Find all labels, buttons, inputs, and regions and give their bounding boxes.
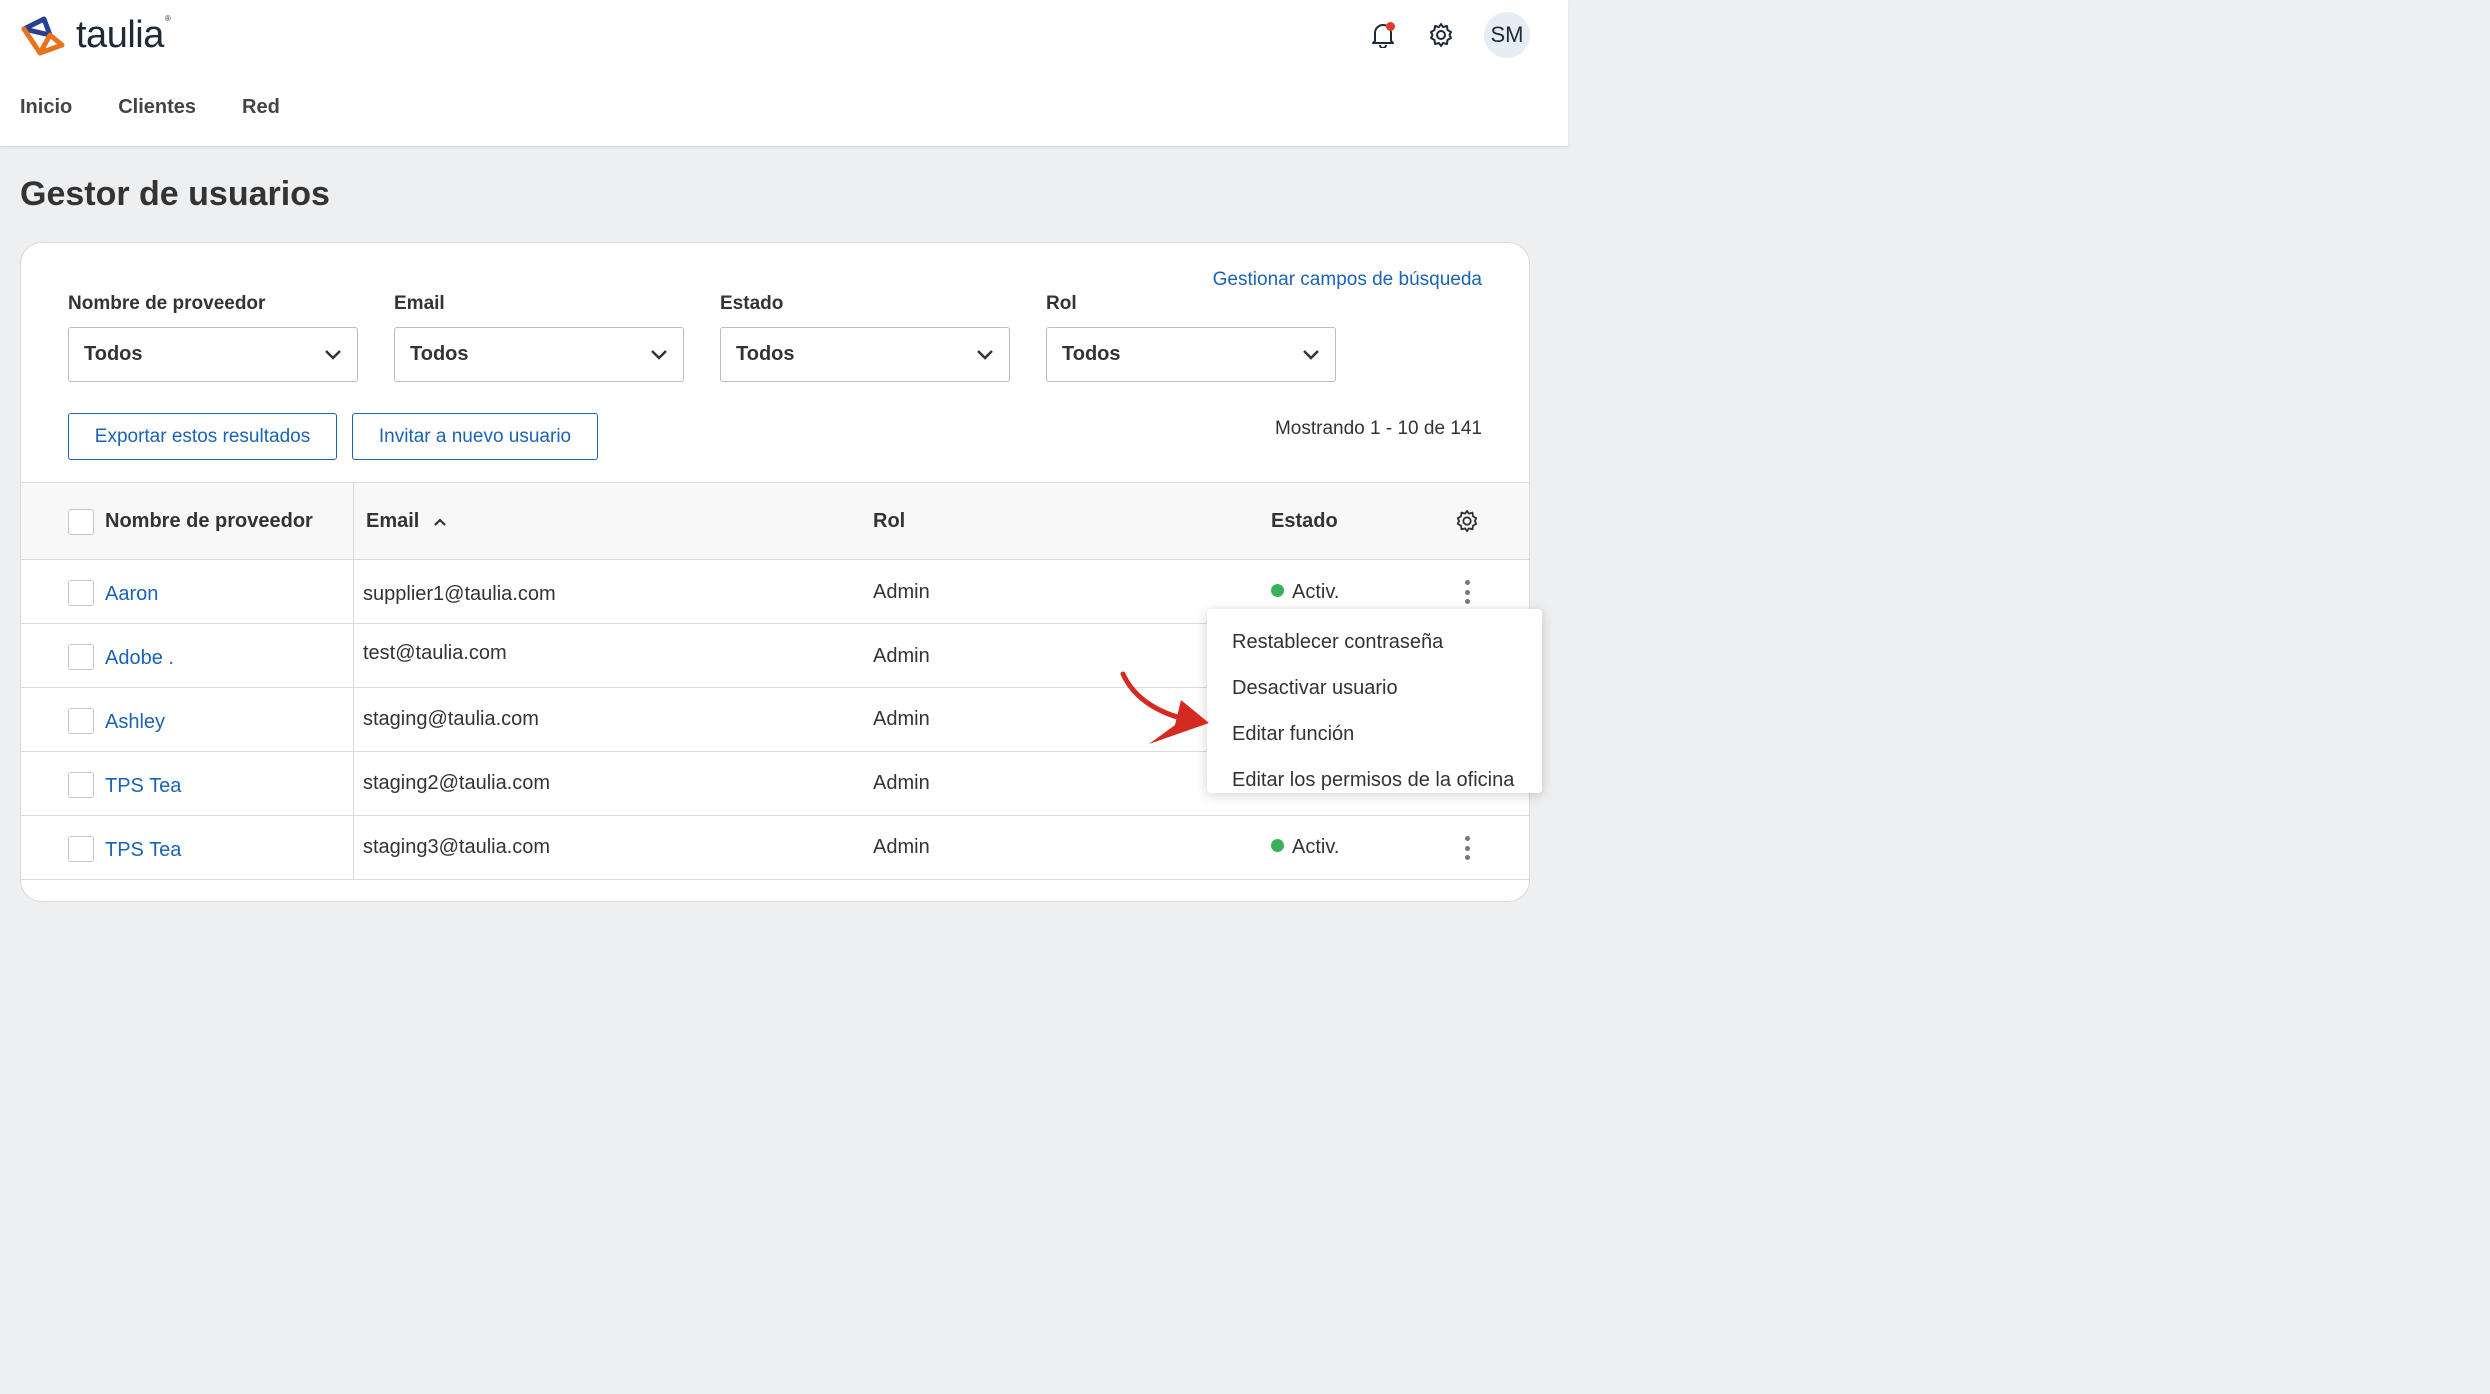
column-divider bbox=[353, 816, 354, 879]
results-count: Mostrando 1 - 10 de 141 bbox=[1274, 418, 1482, 439]
status-text: Activ. bbox=[1292, 836, 1340, 858]
supplier-name-link[interactable]: TPS Tea bbox=[105, 775, 181, 798]
nav-item-inicio[interactable]: Inicio bbox=[20, 96, 72, 119]
status-cell: Activ. bbox=[1271, 836, 1339, 859]
settings-button[interactable] bbox=[1424, 18, 1458, 52]
column-header-role[interactable]: Rol bbox=[873, 510, 905, 533]
filter-role-select[interactable]: Todos bbox=[1046, 327, 1336, 382]
supplier-name-link[interactable]: Adobe . bbox=[105, 647, 174, 670]
invite-user-button[interactable]: Invitar a nuevo usuario bbox=[352, 413, 598, 460]
email-cell: supplier1@taulia.com bbox=[363, 583, 556, 605]
row-checkbox[interactable] bbox=[68, 644, 94, 670]
main-nav: Inicio Clientes Red bbox=[20, 96, 280, 119]
logo[interactable]: taulia® bbox=[20, 14, 171, 57]
menu-item-edit-role[interactable]: Editar función bbox=[1207, 711, 1542, 757]
notifications-button[interactable] bbox=[1366, 18, 1400, 52]
chevron-down-icon bbox=[325, 349, 341, 360]
kebab-menu-icon[interactable] bbox=[1457, 834, 1477, 862]
nav-item-clientes[interactable]: Clientes bbox=[118, 96, 196, 119]
role-cell: Admin bbox=[873, 836, 930, 858]
column-header-status[interactable]: Estado bbox=[1271, 510, 1338, 533]
status-active-dot bbox=[1271, 839, 1284, 852]
email-cell: staging3@taulia.com bbox=[363, 836, 551, 858]
table-row: TPS Tea staging3@taulia.com Admin Activ. bbox=[21, 816, 1529, 880]
menu-item-edit-office-permissions[interactable]: Editar los permisos de la oficina bbox=[1207, 757, 1542, 803]
menu-item-deactivate-user[interactable]: Desactivar usuario bbox=[1207, 665, 1542, 711]
column-header-email-label: Email bbox=[366, 510, 420, 532]
chevron-down-icon bbox=[1303, 349, 1319, 360]
column-divider bbox=[353, 752, 354, 815]
filter-email-select[interactable]: Todos bbox=[394, 327, 684, 382]
page-title: Gestor de usuarios bbox=[20, 175, 330, 213]
logo-text: taulia® bbox=[76, 14, 171, 56]
row-checkbox[interactable] bbox=[68, 836, 94, 862]
filter-email: Email Todos bbox=[394, 293, 684, 382]
notification-badge bbox=[1386, 22, 1395, 31]
table-header: Nombre de proveedor Email Rol Estado bbox=[21, 482, 1529, 560]
filter-label: Email bbox=[394, 293, 445, 314]
select-all-checkbox[interactable] bbox=[68, 509, 94, 535]
supplier-name-link[interactable]: Aaron bbox=[105, 583, 158, 606]
filter-status: Estado Todos bbox=[720, 293, 1010, 382]
column-divider bbox=[353, 624, 354, 687]
user-avatar[interactable]: SM bbox=[1484, 12, 1530, 58]
taulia-logo-icon bbox=[21, 16, 65, 55]
row-actions-menu: Restablecer contraseña Desactivar usuari… bbox=[1207, 609, 1542, 793]
column-divider bbox=[353, 688, 354, 751]
top-bar: taulia® SM Inicio Clientes Red bbox=[0, 0, 1568, 147]
supplier-name-link[interactable]: TPS Tea bbox=[105, 839, 181, 862]
role-cell: Admin bbox=[873, 772, 930, 794]
nav-item-red[interactable]: Red bbox=[242, 96, 280, 119]
role-cell: Admin bbox=[873, 708, 930, 730]
select-value: Todos bbox=[84, 343, 143, 365]
row-checkbox[interactable] bbox=[68, 708, 94, 734]
filter-status-select[interactable]: Todos bbox=[720, 327, 1010, 382]
status-active-dot bbox=[1271, 584, 1284, 597]
chevron-down-icon bbox=[977, 349, 993, 360]
column-divider bbox=[353, 483, 354, 559]
chevron-down-icon bbox=[651, 349, 667, 360]
filter-supplier-name-select[interactable]: Todos bbox=[68, 327, 358, 382]
row-checkbox[interactable] bbox=[68, 772, 94, 798]
manage-search-fields-link[interactable]: Gestionar campos de búsqueda bbox=[1213, 269, 1482, 291]
menu-item-reset-password[interactable]: Restablecer contraseña bbox=[1207, 619, 1542, 665]
role-cell: Admin bbox=[873, 645, 930, 667]
select-value: Todos bbox=[410, 343, 469, 365]
gear-icon bbox=[1430, 23, 1452, 47]
column-divider bbox=[353, 560, 354, 623]
email-cell: staging@taulia.com bbox=[363, 708, 539, 730]
filter-label: Nombre de proveedor bbox=[68, 293, 266, 314]
filter-supplier-name: Nombre de proveedor Todos bbox=[68, 293, 358, 382]
user-manager-card: Gestionar campos de búsqueda Nombre de p… bbox=[20, 242, 1530, 902]
filter-label: Estado bbox=[720, 293, 784, 314]
annotation-arrow bbox=[1120, 671, 1209, 744]
role-cell: Admin bbox=[873, 581, 930, 603]
email-cell: test@taulia.com bbox=[363, 642, 507, 664]
sort-up-icon bbox=[434, 518, 446, 526]
column-header-email[interactable]: Email bbox=[366, 510, 447, 533]
row-checkbox[interactable] bbox=[68, 580, 94, 606]
status-cell: Activ. bbox=[1271, 581, 1339, 604]
status-text: Activ. bbox=[1292, 581, 1340, 603]
select-value: Todos bbox=[1062, 343, 1121, 365]
email-cell: staging2@taulia.com bbox=[363, 772, 551, 794]
supplier-name-link[interactable]: Ashley bbox=[105, 711, 165, 734]
export-results-button[interactable]: Exportar estos resultados bbox=[68, 413, 337, 460]
filter-label: Rol bbox=[1046, 293, 1077, 314]
kebab-menu-icon[interactable] bbox=[1457, 578, 1477, 606]
select-value: Todos bbox=[736, 343, 795, 365]
gear-icon[interactable] bbox=[1455, 509, 1479, 533]
column-header-name[interactable]: Nombre de proveedor bbox=[105, 510, 313, 533]
filter-role: Rol Todos bbox=[1046, 293, 1336, 382]
